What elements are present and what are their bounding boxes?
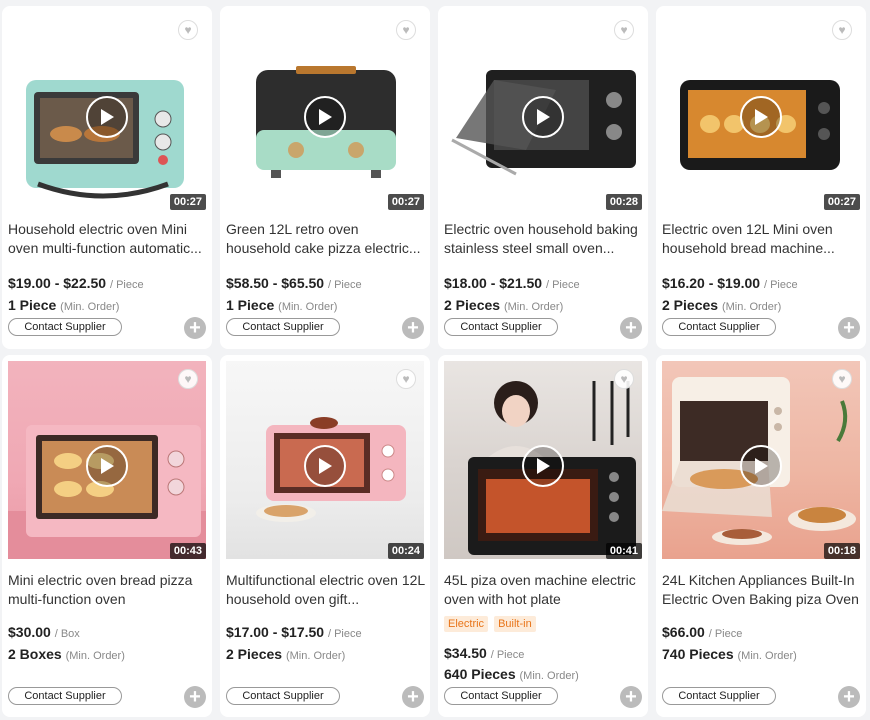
product-price: $17.00 - $17.50 / Piece <box>226 624 362 640</box>
play-icon[interactable] <box>86 96 128 138</box>
product-title[interactable]: Household electric oven Mini oven multi-… <box>8 220 208 258</box>
favorite-heart-icon[interactable]: ♥ <box>832 369 852 389</box>
product-video-thumbnail[interactable]: 00:41 ♥ <box>444 361 642 559</box>
product-grid: 00:27 ♥ Household electric oven Mini ove… <box>0 0 870 720</box>
product-card[interactable]: 00:18 ♥ 24L Kitchen Appliances Built-In … <box>656 355 866 717</box>
favorite-heart-icon[interactable]: ♥ <box>832 20 852 40</box>
video-duration: 00:41 <box>605 543 642 559</box>
play-icon[interactable] <box>304 96 346 138</box>
product-card[interactable]: 00:27 ♥ Green 12L retro oven household c… <box>220 6 430 349</box>
product-video-thumbnail[interactable]: 00:27 ♥ <box>662 12 860 210</box>
min-order: 740 Pieces (Min. Order) <box>662 646 797 662</box>
play-icon[interactable] <box>522 96 564 138</box>
favorite-heart-icon[interactable]: ♥ <box>614 20 634 40</box>
product-card[interactable]: 00:41 ♥ 45L piza oven machine electric o… <box>438 355 648 717</box>
contact-supplier-button[interactable]: Contact Supplier <box>8 687 122 705</box>
min-order: 640 Pieces (Min. Order) <box>444 666 579 682</box>
add-to-compare-plus-icon[interactable]: + <box>838 686 860 708</box>
product-card[interactable]: 00:43 ♥ Mini electric oven bread pizza m… <box>2 355 212 717</box>
product-title[interactable]: Electric oven 12L Mini oven household br… <box>662 220 862 258</box>
video-duration: 00:27 <box>387 194 424 210</box>
product-title[interactable]: Electric oven household baking stainless… <box>444 220 644 258</box>
play-icon[interactable] <box>740 96 782 138</box>
play-icon[interactable] <box>304 445 346 487</box>
product-video-thumbnail[interactable]: 00:24 ♥ <box>226 361 424 559</box>
product-title[interactable]: 24L Kitchen Appliances Built-In Electric… <box>662 571 862 609</box>
video-duration: 00:28 <box>605 194 642 210</box>
min-order: 2 Pieces (Min. Order) <box>662 297 782 313</box>
contact-supplier-button[interactable]: Contact Supplier <box>444 687 558 705</box>
product-title[interactable]: Green 12L retro oven household cake pizz… <box>226 220 426 258</box>
product-card[interactable]: 00:27 ♥ Electric oven 12L Mini oven hous… <box>656 6 866 349</box>
product-video-thumbnail[interactable]: 00:27 ♥ <box>8 12 206 210</box>
play-icon[interactable] <box>86 445 128 487</box>
contact-supplier-button[interactable]: Contact Supplier <box>226 687 340 705</box>
product-video-thumbnail[interactable]: 00:28 ♥ <box>444 12 642 210</box>
add-to-compare-plus-icon[interactable]: + <box>620 686 642 708</box>
min-order: 1 Piece (Min. Order) <box>8 297 120 313</box>
product-price: $66.00 / Piece <box>662 624 743 640</box>
product-video-thumbnail[interactable]: 00:18 ♥ <box>662 361 860 559</box>
add-to-compare-plus-icon[interactable]: + <box>402 686 424 708</box>
tag-electric: Electric <box>444 616 489 632</box>
product-card[interactable]: 00:28 ♥ Electric oven household baking s… <box>438 6 648 349</box>
product-price: $18.00 - $21.50 / Piece <box>444 275 580 291</box>
play-icon[interactable] <box>522 445 564 487</box>
video-duration: 00:18 <box>823 543 860 559</box>
min-order: 2 Pieces (Min. Order) <box>444 297 564 313</box>
product-price: $19.00 - $22.50 / Piece <box>8 275 144 291</box>
favorite-heart-icon[interactable]: ♥ <box>396 20 416 40</box>
product-video-thumbnail[interactable]: 00:43 ♥ <box>8 361 206 559</box>
product-title[interactable]: 45L piza oven machine electric oven with… <box>444 571 644 609</box>
tag-built-in: Built-in <box>494 616 536 632</box>
contact-supplier-button[interactable]: Contact Supplier <box>444 318 558 336</box>
product-price: $58.50 - $65.50 / Piece <box>226 275 362 291</box>
product-video-thumbnail[interactable]: 00:27 ♥ <box>226 12 424 210</box>
add-to-compare-plus-icon[interactable]: + <box>184 686 206 708</box>
favorite-heart-icon[interactable]: ♥ <box>614 369 634 389</box>
min-order: 2 Boxes (Min. Order) <box>8 646 125 662</box>
add-to-compare-plus-icon[interactable]: + <box>620 317 642 339</box>
product-price: $30.00 / Box <box>8 624 80 640</box>
product-title[interactable]: Mini electric oven bread pizza multi-fun… <box>8 571 208 609</box>
video-duration: 00:27 <box>169 194 206 210</box>
add-to-compare-plus-icon[interactable]: + <box>184 317 206 339</box>
contact-supplier-button[interactable]: Contact Supplier <box>662 318 776 336</box>
product-card[interactable]: 00:24 ♥ Multifunctional electric oven 12… <box>220 355 430 717</box>
product-card[interactable]: 00:27 ♥ Household electric oven Mini ove… <box>2 6 212 349</box>
favorite-heart-icon[interactable]: ♥ <box>396 369 416 389</box>
add-to-compare-plus-icon[interactable]: + <box>402 317 424 339</box>
favorite-heart-icon[interactable]: ♥ <box>178 20 198 40</box>
min-order: 1 Piece (Min. Order) <box>226 297 338 313</box>
contact-supplier-button[interactable]: Contact Supplier <box>226 318 340 336</box>
video-duration: 00:24 <box>387 543 424 559</box>
product-title[interactable]: Multifunctional electric oven 12L househ… <box>226 571 426 609</box>
contact-supplier-button[interactable]: Contact Supplier <box>662 687 776 705</box>
contact-supplier-button[interactable]: Contact Supplier <box>8 318 122 336</box>
product-tags: Electric Built-in <box>444 616 536 632</box>
favorite-heart-icon[interactable]: ♥ <box>178 369 198 389</box>
product-price: $16.20 - $19.00 / Piece <box>662 275 798 291</box>
min-order: 2 Pieces (Min. Order) <box>226 646 346 662</box>
play-icon[interactable] <box>740 445 782 487</box>
video-duration: 00:27 <box>823 194 860 210</box>
video-duration: 00:43 <box>169 543 206 559</box>
add-to-compare-plus-icon[interactable]: + <box>838 317 860 339</box>
product-price: $34.50 / Piece <box>444 645 525 661</box>
